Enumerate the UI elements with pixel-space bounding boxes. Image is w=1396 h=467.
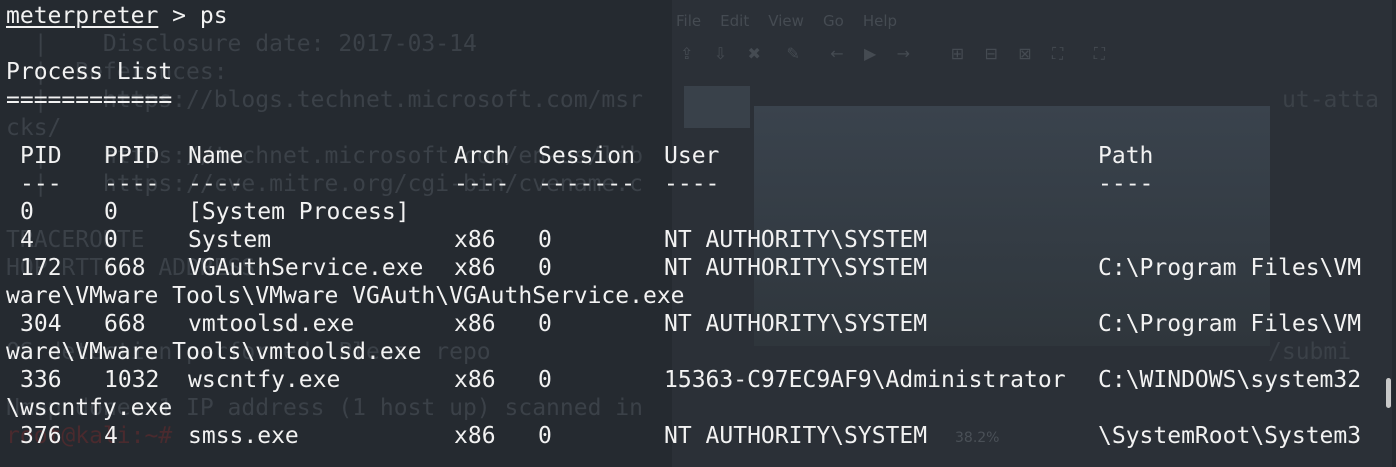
scrollbar-thumb[interactable] [1386, 378, 1391, 408]
cell-ppid: 1032 [104, 367, 160, 393]
cell-arch: x86 [454, 367, 496, 393]
cell-session: 0 [538, 423, 552, 449]
separator-name: ---- [188, 171, 244, 197]
terminal-scrollbar[interactable] [1380, 0, 1396, 467]
cell-pid: 304 [20, 311, 62, 337]
cell-session: 0 [538, 367, 552, 393]
column-header-session: Session [538, 143, 635, 169]
cell-name: System [188, 227, 272, 253]
title-underline: ============ [6, 87, 173, 113]
cell-arch: x86 [454, 423, 496, 449]
separator-user: ---- [664, 171, 720, 197]
cell-name: [System Process] [188, 199, 410, 225]
cell-pid: 336 [20, 367, 62, 393]
cell-path: C:\Program Files\VM [1098, 311, 1362, 337]
separator-pid: --- [20, 171, 62, 197]
prompt-command: > ps [158, 3, 228, 29]
cell-session: 0 [538, 311, 552, 337]
cell-pid: 172 [20, 255, 62, 281]
cell-user: NT AUTHORITY\SYSTEM [664, 255, 928, 281]
cell-user: NT AUTHORITY\SYSTEM [664, 227, 928, 253]
separator-arch: ---- [454, 171, 510, 197]
column-header-ppid: PPID [104, 143, 160, 169]
cell-arch: x86 [454, 311, 496, 337]
cell-path: C:\WINDOWS\system32 [1098, 367, 1362, 393]
cell-name: wscntfy.exe [188, 367, 341, 393]
cell-pid: 0 [20, 199, 34, 225]
column-header-name: Name [188, 143, 244, 169]
separator-path: ---- [1098, 171, 1154, 197]
wrapped-path-line: ware\VMware Tools\vmtoolsd.exe [6, 339, 422, 365]
prompt-line: meterpreter > ps [6, 2, 228, 30]
cell-ppid: 0 [104, 199, 118, 225]
prompt-label: meterpreter [6, 3, 159, 29]
cell-session: 0 [538, 227, 552, 253]
cell-name: smss.exe [188, 423, 299, 449]
cell-user: NT AUTHORITY\SYSTEM [664, 311, 928, 337]
terminal-output[interactable]: meterpreter > ps Process List ==========… [0, 0, 1380, 467]
cell-path: \SystemRoot\System3 [1098, 423, 1362, 449]
separator-session: ------- [538, 171, 635, 197]
cell-user: NT AUTHORITY\SYSTEM [664, 423, 928, 449]
cell-ppid: 668 [104, 311, 146, 337]
separator-ppid: ---- [104, 171, 160, 197]
cell-name: VGAuthService.exe [188, 255, 424, 281]
cell-pid: 4 [20, 227, 34, 253]
cell-user: 15363-C97EC9AF9\Administrator [664, 367, 1066, 393]
cell-pid: 376 [20, 423, 62, 449]
wrapped-path-line: ware\VMware Tools\VMware VGAuth\VGAuthSe… [6, 283, 685, 309]
cell-session: 0 [538, 255, 552, 281]
cell-arch: x86 [454, 255, 496, 281]
column-header-pid: PID [20, 143, 62, 169]
cell-ppid: 4 [104, 423, 118, 449]
cell-ppid: 0 [104, 227, 118, 253]
cell-arch: x86 [454, 227, 496, 253]
cell-path: C:\Program Files\VM [1098, 255, 1362, 281]
cell-name: vmtoolsd.exe [188, 311, 355, 337]
wrapped-path-line: \wscntfy.exe [6, 395, 173, 421]
column-header-arch: Arch [454, 143, 510, 169]
column-header-user: User [664, 143, 720, 169]
process-list-title: Process List [6, 59, 173, 85]
cell-ppid: 668 [104, 255, 146, 281]
column-header-path: Path [1098, 143, 1154, 169]
